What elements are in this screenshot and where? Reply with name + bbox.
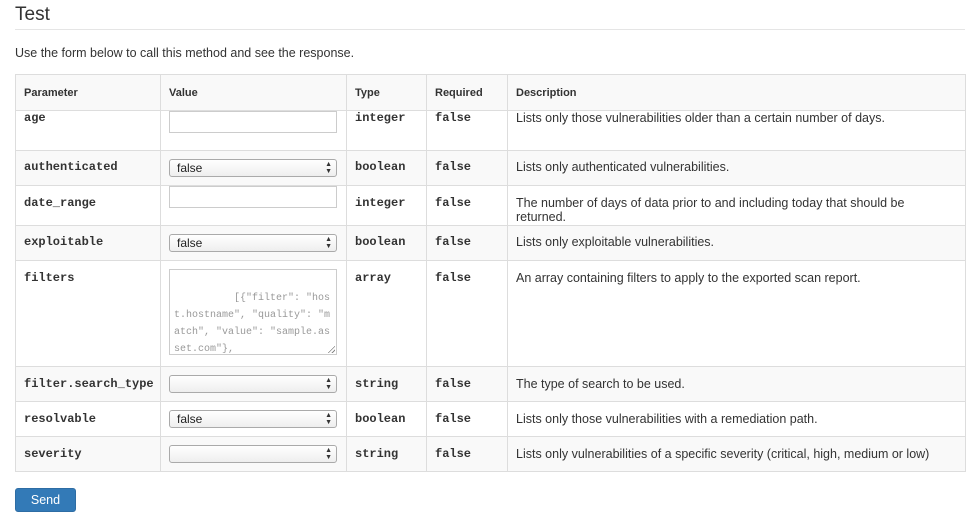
header-description: Description [507,74,966,111]
param-type: boolean [346,401,427,437]
search-type-select[interactable]: ▲ ▼ [169,375,337,393]
table-row: filter.search_type ▲ ▼ string false The t… [15,366,966,402]
date-range-input[interactable] [169,186,337,208]
resize-grip-icon[interactable] [327,345,335,353]
param-description: Lists only vulnerabilities of a specific… [507,436,966,472]
textarea-placeholder: [{"filter": "host.hostname", "quality": … [174,293,331,355]
select-arrows-icon: ▲ ▼ [325,161,332,175]
param-value-cell [160,110,347,151]
param-required: false [426,185,508,226]
param-value-cell: [{"filter": "host.hostname", "quality": … [160,260,347,367]
param-description: Lists only those vulnerabilities older t… [507,110,966,151]
select-arrows-icon: ▲ ▼ [325,236,332,250]
param-value-cell: ▲ ▼ [160,366,347,402]
exploitable-select[interactable]: false ▲ ▼ [169,234,337,252]
select-value: false [177,161,203,175]
send-button[interactable]: Send [15,488,76,512]
intro-text: Use the form below to call this method a… [15,46,355,60]
param-name: age [15,110,161,151]
table-row: severity ▲ ▼ string false Lists only vuln… [15,436,966,472]
header-required: Required [426,74,508,111]
age-input[interactable] [169,111,337,133]
parameters-table: Parameter Value Type Required Descriptio… [15,74,966,472]
table-header-row: Parameter Value Type Required Descriptio… [15,74,966,111]
param-required: false [426,366,508,402]
param-type: integer [346,110,427,151]
param-name: exploitable [15,225,161,261]
select-value: false [177,412,203,426]
page-title: Test [15,0,965,30]
param-name: severity [15,436,161,472]
param-type: boolean [346,225,427,261]
header-type: Type [346,74,427,111]
select-arrows-icon: ▲ ▼ [325,377,332,391]
param-description: The number of days of data prior to and … [507,185,966,226]
param-name: filter.search_type [15,366,161,402]
filters-textarea[interactable]: [{"filter": "host.hostname", "quality": … [169,269,337,355]
table-row: filters [{"filter": "host.hostname", "qu… [15,260,966,367]
select-arrows-icon: ▲ ▼ [325,447,332,461]
param-value-cell: false ▲ ▼ [160,150,347,186]
param-value-cell [160,185,347,226]
param-required: false [426,225,508,261]
table-row: authenticated false ▲ ▼ boolean false Lis… [15,150,966,186]
severity-select[interactable]: ▲ ▼ [169,445,337,463]
param-required: false [426,150,508,186]
param-name: filters [15,260,161,367]
param-required: false [426,436,508,472]
header-value: Value [160,74,347,111]
authenticated-select[interactable]: false ▲ ▼ [169,159,337,177]
param-description: The type of search to be used. [507,366,966,402]
param-value-cell: false ▲ ▼ [160,225,347,261]
param-name: authenticated [15,150,161,186]
param-type: string [346,436,427,472]
param-type: integer [346,185,427,226]
param-type: array [346,260,427,367]
table-row: exploitable false ▲ ▼ boolean false Lists… [15,225,966,261]
header-parameter: Parameter [15,74,161,111]
param-required: false [426,110,508,151]
resolvable-select[interactable]: false ▲ ▼ [169,410,337,428]
param-value-cell: false ▲ ▼ [160,401,347,437]
param-type: string [346,366,427,402]
param-description: Lists only those vulnerabilities with a … [507,401,966,437]
table-row: age integer false Lists only those vulne… [15,110,966,151]
param-value-cell: ▲ ▼ [160,436,347,472]
param-description: Lists only authenticated vulnerabilities… [507,150,966,186]
table-row: date_range integer false The number of d… [15,185,966,226]
param-name: date_range [15,185,161,226]
param-required: false [426,260,508,367]
page: Test Use the form below to call this met… [0,0,976,60]
select-value: false [177,236,203,250]
table-row: resolvable false ▲ ▼ boolean false Lists … [15,401,966,437]
param-description: An array containing filters to apply to … [507,260,966,367]
select-arrows-icon: ▲ ▼ [325,412,332,426]
param-name: resolvable [15,401,161,437]
param-description: Lists only exploitable vulnerabilities. [507,225,966,261]
param-type: boolean [346,150,427,186]
param-required: false [426,401,508,437]
